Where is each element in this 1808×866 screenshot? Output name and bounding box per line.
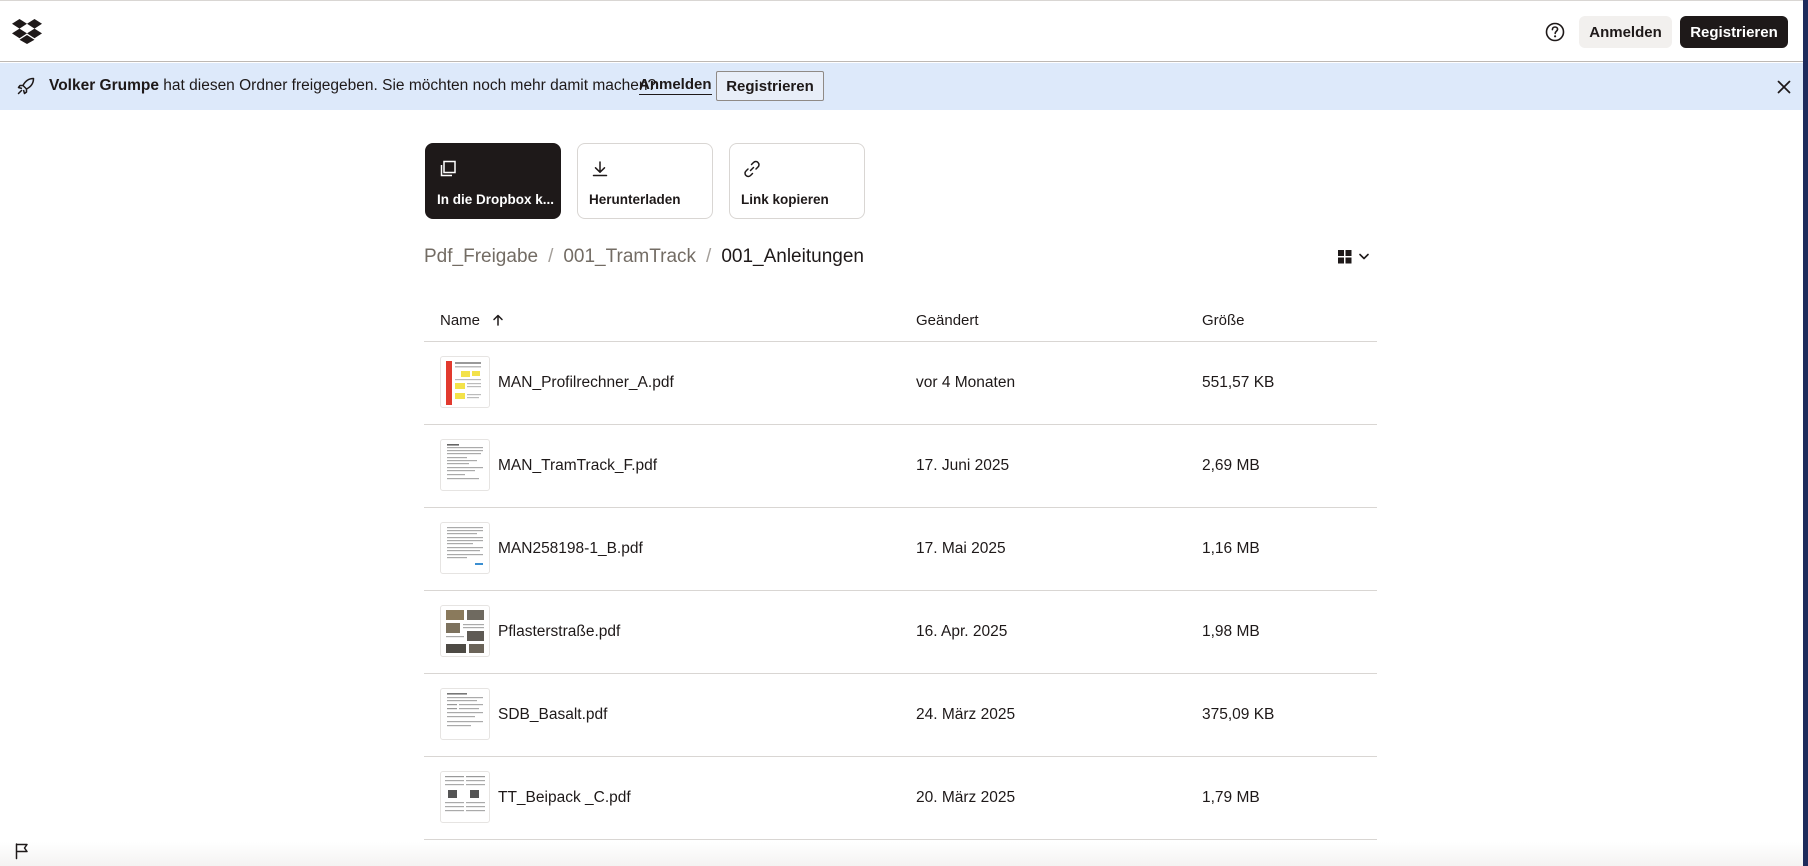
table-row[interactable]: MAN_Profilrechner_A.pdf vor 4 Monaten 55… [424, 342, 1377, 425]
banner-register-button[interactable]: Registrieren [716, 71, 824, 101]
rocket-icon [17, 77, 35, 95]
file-size: 1,79 MB [1202, 789, 1260, 806]
breadcrumb-item[interactable]: 001_TramTrack [563, 246, 696, 268]
column-header-name[interactable]: Name [440, 312, 504, 329]
file-name[interactable]: MAN_TramTrack_F.pdf [498, 457, 657, 475]
table-row[interactable]: TT_Beipack _C.pdf 20. März 2025 1,79 MB [424, 757, 1377, 840]
breadcrumb-separator: / [548, 246, 554, 267]
close-icon[interactable] [1774, 77, 1794, 97]
flag-report-icon[interactable] [13, 842, 31, 860]
login-button[interactable]: Anmelden [1579, 16, 1672, 48]
column-header-modified[interactable]: Geändert [916, 312, 979, 329]
top-navigation-bar: Anmelden Registrieren [0, 0, 1803, 62]
file-size: 375,09 KB [1202, 706, 1275, 723]
save-to-dropbox-label: In die Dropbox k... [437, 192, 555, 207]
file-name[interactable]: SDB_Basalt.pdf [498, 706, 607, 724]
pdf-thumbnail [440, 771, 490, 823]
banner-message: Volker Grumpe hat diesen Ordner freigege… [49, 77, 656, 95]
pdf-thumbnail [440, 688, 490, 740]
banner-text: hat diesen Ordner freigegeben. Sie möcht… [158, 77, 657, 94]
file-name[interactable]: Pflasterstraße.pdf [498, 623, 620, 641]
download-label: Herunterladen [589, 192, 681, 207]
table-row[interactable]: Pflasterstraße.pdf 16. Apr. 2025 1,98 MB [424, 591, 1377, 674]
file-modified: 17. Juni 2025 [916, 457, 1010, 474]
file-modified: 17. Mai 2025 [916, 540, 1006, 557]
breadcrumb-current: 001_Anleitungen [721, 246, 864, 267]
file-modified: vor 4 Monaten [916, 374, 1016, 391]
pdf-thumbnail [440, 439, 490, 491]
file-table: Name Geändert Größe MAN_Profilrechner_A.… [424, 303, 1377, 840]
breadcrumb: Pdf_Freigabe / 001_TramTrack / 001_Anlei… [424, 246, 864, 268]
file-name[interactable]: MAN_Profilrechner_A.pdf [498, 374, 674, 392]
breadcrumb-separator: / [706, 246, 712, 267]
column-header-size[interactable]: Größe [1202, 312, 1245, 329]
file-name[interactable]: MAN258198-1_B.pdf [498, 540, 643, 558]
save-to-dropbox-button[interactable]: In die Dropbox k... [425, 143, 561, 219]
pdf-thumbnail [440, 605, 490, 657]
column-header-name-label: Name [440, 312, 481, 329]
copy-icon [440, 160, 456, 177]
dropbox-logo-icon[interactable] [12, 18, 42, 44]
table-row[interactable]: MAN_TramTrack_F.pdf 17. Juni 2025 2,69 M… [424, 425, 1377, 508]
pdf-thumbnail [440, 356, 490, 408]
table-row[interactable]: MAN258198-1_B.pdf 17. Mai 2025 1,16 MB [424, 508, 1377, 591]
breadcrumb-item[interactable]: Pdf_Freigabe [424, 246, 538, 268]
table-row[interactable]: SDB_Basalt.pdf 24. März 2025 375,09 KB [424, 674, 1377, 757]
help-icon[interactable] [1544, 21, 1566, 43]
share-banner: Volker Grumpe hat diesen Ordner freigege… [0, 63, 1803, 110]
banner-owner: Volker Grumpe [49, 77, 159, 94]
pdf-thumbnail [440, 522, 490, 574]
link-icon [744, 160, 760, 178]
download-button[interactable]: Herunterladen [577, 143, 713, 219]
register-button[interactable]: Registrieren [1680, 16, 1788, 48]
file-modified: 16. Apr. 2025 [916, 623, 1008, 640]
file-size: 1,98 MB [1202, 623, 1260, 640]
file-size: 551,57 KB [1202, 374, 1275, 391]
copy-link-label: Link kopieren [741, 192, 829, 207]
file-name[interactable]: TT_Beipack _C.pdf [498, 789, 631, 807]
sort-arrow-up-icon [493, 314, 503, 326]
bottom-fade [0, 842, 1803, 866]
table-header: Name Geändert Größe [424, 303, 1377, 342]
file-modified: 20. März 2025 [916, 789, 1016, 806]
copy-link-button[interactable]: Link kopieren [729, 143, 865, 219]
window-edge-strip [1803, 0, 1808, 866]
download-icon [592, 161, 608, 177]
file-size: 2,69 MB [1202, 457, 1260, 474]
grid-view-toggle-icon[interactable] [1336, 247, 1372, 267]
file-modified: 24. März 2025 [916, 706, 1016, 723]
file-size: 1,16 MB [1202, 540, 1260, 557]
banner-login-link[interactable]: Anmelden [639, 76, 712, 95]
